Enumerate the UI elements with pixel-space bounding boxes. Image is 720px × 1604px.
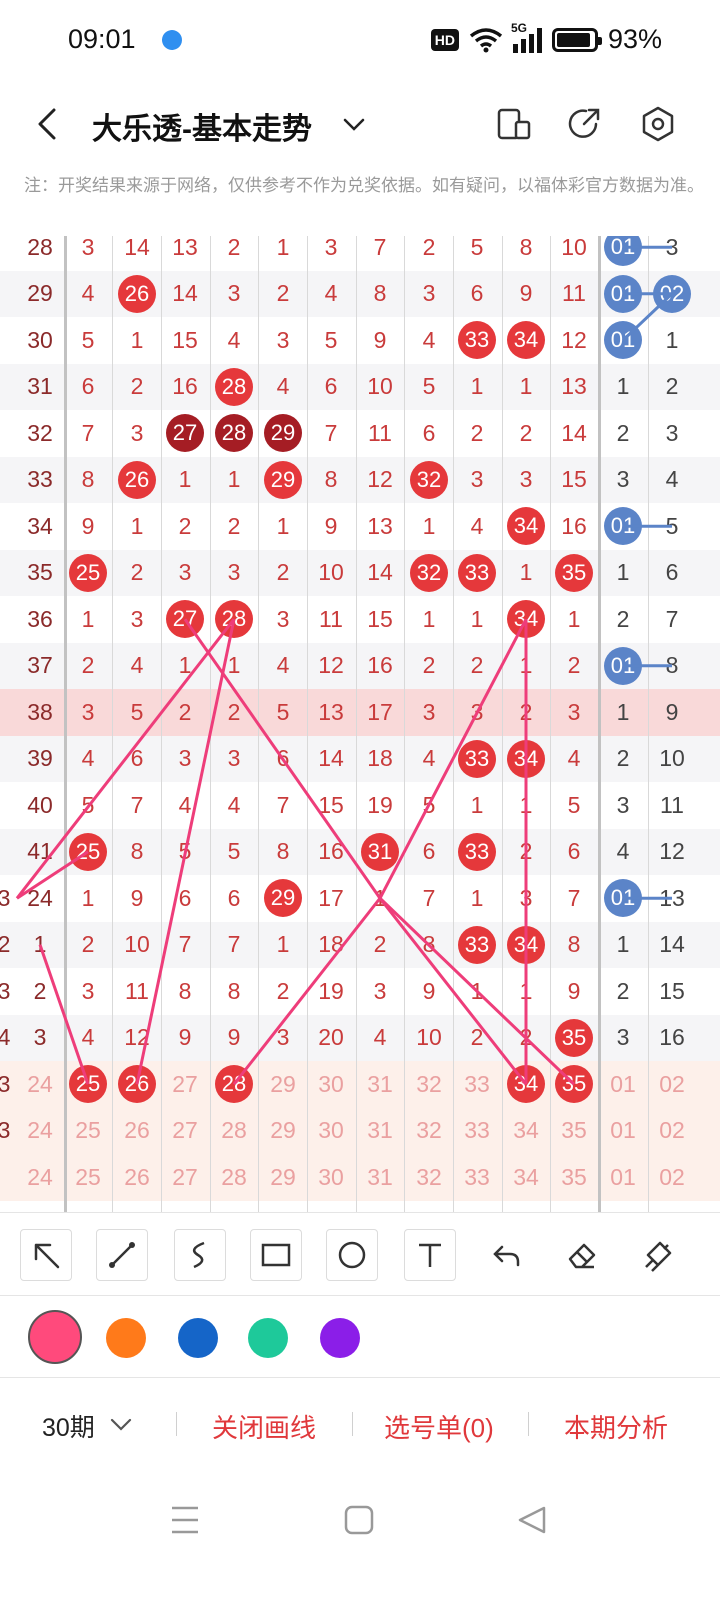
home-nav-button[interactable] [344, 1505, 374, 1535]
pick-list-button[interactable]: 选号单(0) [384, 1408, 494, 1445]
drawn-line [135, 618, 236, 1085]
period-analysis-button[interactable]: 本期分析 [564, 1408, 668, 1445]
share-icon[interactable] [564, 104, 604, 144]
color-swatch-purple[interactable] [320, 1318, 360, 1358]
status-time: 09:01 [68, 24, 136, 54]
chevron-down-icon[interactable] [340, 110, 368, 138]
drawn-line [621, 292, 674, 342]
cellular-signal-icon: 5G [511, 21, 542, 53]
disclaimer-notice: 注：开奖结果来源于网络，仅供参考不作为兑奖依据。如有疑问，以福体彩官方数据为准。 [24, 176, 704, 195]
trend-chart[interactable]: 2831413213725810013294261432483691101023… [0, 236, 720, 1212]
color-swatch-green[interactable] [248, 1318, 288, 1358]
period-selector[interactable]: 30期 [42, 1408, 95, 1444]
battery-icon [551, 27, 602, 52]
system-navigation-bar [0, 1470, 720, 1604]
bottom-action-bar: 30期 关闭画线 选号单(0) 本期分析 [0, 1378, 720, 1470]
color-swatch-pink-selected[interactable] [28, 1310, 82, 1364]
eraser-tool-button[interactable] [556, 1229, 608, 1281]
hd-icon: HD [430, 28, 459, 51]
chevron-down-icon[interactable] [108, 1412, 134, 1443]
drawn-line [15, 618, 236, 900]
switch-layout-icon[interactable] [494, 104, 534, 144]
drawn-line [16, 850, 89, 900]
color-swatch-orange[interactable] [106, 1318, 146, 1358]
settings-icon[interactable] [638, 104, 678, 144]
wifi-icon [469, 27, 503, 53]
app-header: 大乐透-基本走势 [0, 86, 720, 162]
back-nav-button[interactable] [518, 1506, 546, 1534]
drawing-toolbar [0, 1212, 720, 1296]
clear-tool-button[interactable] [632, 1229, 684, 1281]
circle-tool-button[interactable] [326, 1229, 378, 1281]
battery-percent: 93% [607, 24, 662, 54]
undo-tool-button[interactable] [480, 1229, 532, 1281]
color-swatch-blue[interactable] [178, 1318, 218, 1358]
drawn-line [232, 897, 382, 1086]
app-notification-icon [158, 26, 186, 54]
color-palette [0, 1296, 720, 1378]
drawn-line [183, 618, 382, 900]
network-type-label: 5G [510, 20, 527, 35]
status-bar: 09:01 HD 5G 93% [0, 0, 720, 86]
back-button[interactable] [30, 104, 66, 144]
drawn-line [38, 944, 90, 1085]
close-lines-button[interactable]: 关闭画线 [212, 1408, 316, 1445]
line-tool-button[interactable] [96, 1229, 148, 1281]
drawn-line [378, 897, 528, 1086]
status-icons: HD 5G 93% [430, 21, 662, 55]
text-tool-button[interactable] [404, 1229, 456, 1281]
user-drawn-lines[interactable] [0, 236, 720, 1212]
drawn-line [378, 897, 576, 1086]
rectangle-tool-button[interactable] [250, 1229, 302, 1281]
drawn-line [378, 618, 528, 899]
menu-nav-button[interactable] [172, 1506, 198, 1534]
curve-tool-button[interactable] [174, 1229, 226, 1281]
page-title[interactable]: 大乐透-基本走势 [92, 104, 312, 148]
arrow-tool-button[interactable] [20, 1229, 72, 1281]
